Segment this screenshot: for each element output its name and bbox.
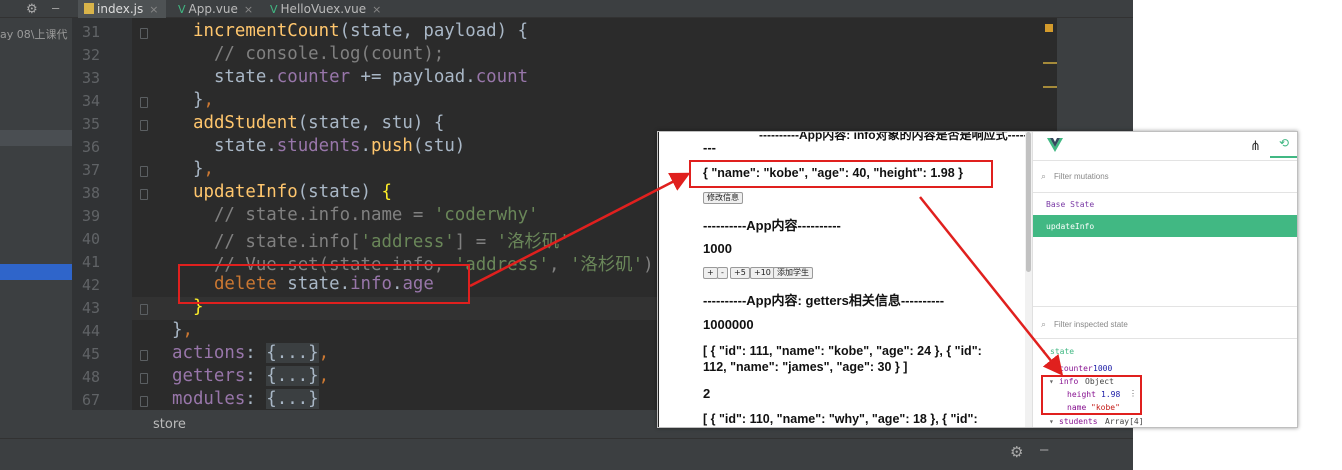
annotation-arrows [469,172,1064,376]
arrow-code-to-app [469,172,691,288]
arrow-app-to-devtools [919,196,1064,376]
